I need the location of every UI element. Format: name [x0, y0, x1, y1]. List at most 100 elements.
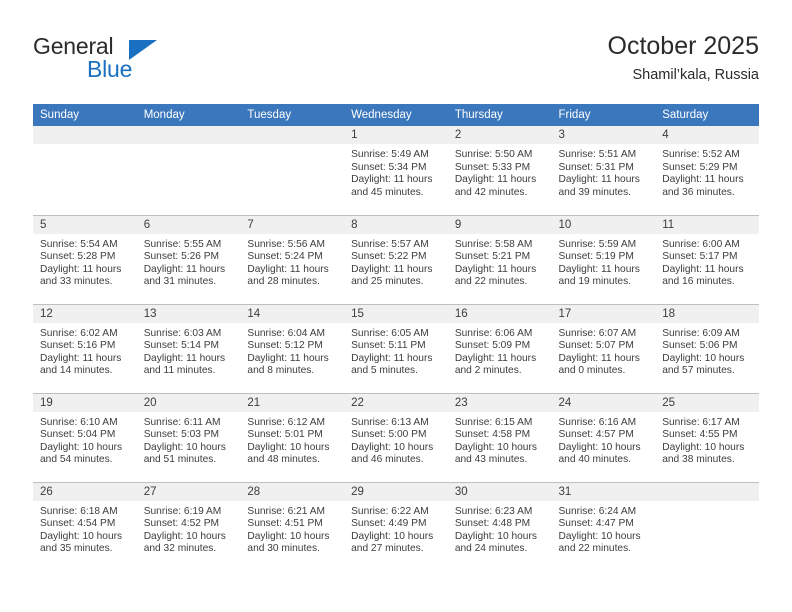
daylight-text-line2: and 16 minutes. [662, 276, 735, 288]
day-info: Sunrise: 5:58 AM Sunset: 5:21 PM Daylight:… [448, 234, 552, 289]
calendar-day-cell[interactable]: 15 Sunrise: 6:05 AM Sunset: 5:11 PM Dayligh… [344, 303, 448, 393]
calendar-day-cell[interactable]: 4 Sunrise: 5:52 AM Sunset: 5:29 PM Daylight… [655, 126, 759, 215]
calendar-day-cell[interactable]: 25 Sunrise: 6:17 AM Sunset: 4:55 PM Dayligh… [655, 392, 759, 482]
sunset-text: Sunset: 5:09 PM [454, 340, 531, 352]
daylight-text-line1: Daylight: 11 hours [40, 352, 122, 364]
title-block: October 2025 Shamil’kala, Russia [608, 30, 760, 86]
calendar-day-cell[interactable]: 14 Sunrise: 6:04 AM Sunset: 5:12 PM Dayligh… [240, 303, 345, 393]
calendar-day-cell[interactable]: 18 Sunrise: 6:09 AM Sunset: 5:06 PM Dayligh… [655, 303, 759, 393]
day-number: 30 [447, 482, 552, 501]
day-number: 18 [655, 304, 759, 323]
brand-logo[interactable]: General Blue [33, 33, 203, 85]
sunset-text: Sunset: 4:52 PM [143, 518, 220, 530]
calendar-day-cell[interactable]: 11 Sunrise: 6:00 AM Sunset: 5:17 PM Dayligh… [655, 214, 759, 304]
daylight-text-line2: and 35 minutes. [40, 543, 113, 555]
day-info: Sunrise: 5:52 AM Sunset: 5:29 PM Daylight:… [655, 144, 759, 199]
calendar-day-cell[interactable]: 2 Sunrise: 5:50 AM Sunset: 5:33 PM Daylight… [447, 126, 552, 215]
day-number: 1 [344, 126, 448, 144]
day-number [136, 126, 241, 144]
calendar-day-cell[interactable]: 12 Sunrise: 6:02 AM Sunset: 5:16 PM Dayligh… [33, 303, 137, 393]
calendar-day-cell[interactable]: 27 Sunrise: 6:19 AM Sunset: 4:52 PM Dayligh… [136, 481, 241, 571]
daylight-text-line1: Daylight: 10 hours [351, 530, 434, 542]
sunset-text: Sunset: 5:00 PM [351, 429, 427, 441]
sunset-text: Sunset: 5:16 PM [40, 340, 116, 352]
weekday-header-monday: Monday [136, 104, 241, 126]
day-info: Sunrise: 5:50 AM Sunset: 5:33 PM Daylight:… [448, 144, 552, 199]
calendar-day-cell[interactable]: 24 Sunrise: 6:16 AM Sunset: 4:57 PM Dayligh… [551, 392, 656, 482]
calendar-day-cell[interactable]: 3 Sunrise: 5:51 AM Sunset: 5:31 PM Daylight… [551, 126, 656, 215]
sunrise-text: Sunrise: 5:54 AM [40, 238, 118, 250]
sunset-text: Sunset: 5:24 PM [247, 251, 323, 263]
calendar-day-cell[interactable]: 29 Sunrise: 6:22 AM Sunset: 4:49 PM Dayligh… [344, 481, 448, 571]
day-info: Sunrise: 5:54 AM Sunset: 5:28 PM Daylight:… [33, 234, 137, 289]
sunrise-text: Sunrise: 5:49 AM [351, 149, 429, 160]
calendar-day-cell[interactable]: 30 Sunrise: 6:23 AM Sunset: 4:48 PM Dayligh… [447, 481, 552, 571]
day-info: Sunrise: 5:55 AM Sunset: 5:26 PM Daylight:… [137, 234, 241, 289]
day-number: 21 [240, 393, 345, 412]
calendar-day-cell[interactable]: 28 Sunrise: 6:21 AM Sunset: 4:51 PM Dayligh… [240, 481, 345, 571]
sunset-text: Sunset: 4:51 PM [247, 518, 323, 530]
calendar-day-cell[interactable]: 26 Sunrise: 6:18 AM Sunset: 4:54 PM Dayligh… [33, 481, 137, 571]
calendar-day-cell-empty [136, 126, 241, 215]
sunrise-text: Sunrise: 5:59 AM [558, 238, 637, 250]
calendar-day-cell[interactable]: 13 Sunrise: 6:03 AM Sunset: 5:14 PM Dayligh… [136, 303, 241, 393]
calendar-day-cell[interactable]: 20 Sunrise: 6:11 AM Sunset: 5:03 PM Dayligh… [136, 392, 241, 482]
day-number [655, 482, 759, 501]
daylight-text-line2: and 32 minutes. [143, 543, 217, 555]
day-info: Sunrise: 6:21 AM Sunset: 4:51 PM Daylight:… [240, 501, 344, 556]
calendar-grid: Sunday Monday Tuesday Wednesday Thursday… [33, 104, 759, 571]
day-info: Sunrise: 6:09 AM Sunset: 5:06 PM Daylight:… [655, 323, 759, 378]
daylight-text-line2: and 54 minutes. [40, 454, 113, 466]
daylight-text-line2: and 8 minutes. [247, 365, 315, 377]
day-number [33, 126, 137, 144]
page-subtitle: Shamil’kala, Russia [632, 67, 759, 83]
sunset-text: Sunset: 5:28 PM [40, 251, 116, 263]
calendar-day-cell[interactable]: 22 Sunrise: 6:13 AM Sunset: 5:00 PM Dayligh… [344, 392, 448, 482]
sunrise-text: Sunrise: 6:22 AM [351, 505, 429, 517]
daylight-text-line2: and 30 minutes. [247, 543, 320, 555]
calendar-day-cell[interactable]: 5 Sunrise: 5:54 AM Sunset: 5:28 PM Daylight… [33, 214, 137, 304]
day-info: Sunrise: 6:18 AM Sunset: 4:54 PM Daylight:… [33, 501, 137, 556]
daylight-text-line1: Daylight: 11 hours [454, 352, 537, 364]
daylight-text-line1: Daylight: 10 hours [558, 530, 641, 542]
day-info: Sunrise: 6:22 AM Sunset: 4:49 PM Daylight:… [344, 501, 448, 556]
daylight-text-line1: Daylight: 11 hours [247, 263, 329, 275]
daylight-text-line1: Daylight: 10 hours [351, 441, 434, 453]
day-info: Sunrise: 6:07 AM Sunset: 5:07 PM Daylight:… [552, 323, 656, 378]
calendar-day-cell[interactable]: 23 Sunrise: 6:15 AM Sunset: 4:58 PM Dayligh… [447, 392, 552, 482]
calendar-day-cell[interactable]: 16 Sunrise: 6:06 AM Sunset: 5:09 PM Dayligh… [447, 303, 552, 393]
sunrise-text: Sunrise: 6:02 AM [40, 327, 118, 339]
calendar-day-cell[interactable]: 1 Sunrise: 5:49 AM Sunset: 5:34 PM Daylight… [344, 126, 448, 215]
daylight-text-line2: and 45 minutes. [351, 186, 424, 198]
day-info: Sunrise: 5:57 AM Sunset: 5:22 PM Daylight:… [344, 234, 448, 289]
daylight-text-line2: and 38 minutes. [662, 454, 735, 466]
calendar-day-cell[interactable]: 9 Sunrise: 5:58 AM Sunset: 5:21 PM Daylight… [447, 214, 552, 304]
sunset-text: Sunset: 5:22 PM [351, 251, 427, 263]
sunrise-text: Sunrise: 5:56 AM [247, 238, 325, 250]
calendar-day-cell[interactable]: 8 Sunrise: 5:57 AM Sunset: 5:22 PM Daylight… [344, 214, 448, 304]
daylight-text-line2: and 14 minutes. [40, 365, 113, 377]
day-number: 28 [240, 482, 345, 501]
daylight-text-line1: Daylight: 10 hours [558, 441, 641, 453]
calendar-day-cell[interactable]: 17 Sunrise: 6:07 AM Sunset: 5:07 PM Dayligh… [551, 303, 656, 393]
calendar-day-cell[interactable]: 6 Sunrise: 5:55 AM Sunset: 5:26 PM Daylight… [136, 214, 241, 304]
day-number: 23 [447, 393, 552, 412]
calendar-day-cell[interactable]: 10 Sunrise: 5:59 AM Sunset: 5:19 PM Dayligh… [551, 214, 656, 304]
calendar-day-cell[interactable]: 31 Sunrise: 6:24 AM Sunset: 4:47 PM Dayligh… [551, 481, 656, 571]
daylight-text-line2: and 40 minutes. [558, 454, 632, 466]
daylight-text-line2: and 28 minutes. [247, 276, 320, 288]
daylight-text-line2: and 42 minutes. [454, 186, 528, 198]
sunset-text: Sunset: 4:55 PM [662, 429, 738, 441]
daylight-text-line1: Daylight: 11 hours [558, 174, 640, 186]
day-info: Sunrise: 5:56 AM Sunset: 5:24 PM Daylight:… [240, 234, 344, 289]
calendar-day-cell[interactable]: 19 Sunrise: 6:10 AM Sunset: 5:04 PM Dayligh… [33, 392, 137, 482]
calendar-day-cell[interactable]: 21 Sunrise: 6:12 AM Sunset: 5:01 PM Dayligh… [240, 392, 345, 482]
sunrise-text: Sunrise: 6:15 AM [454, 416, 533, 428]
calendar-day-cell[interactable]: 7 Sunrise: 5:56 AM Sunset: 5:24 PM Daylight… [240, 214, 345, 304]
daylight-text-line2: and 19 minutes. [558, 276, 632, 288]
day-number: 6 [136, 215, 241, 234]
daylight-text-line1: Daylight: 11 hours [143, 352, 226, 364]
day-number: 24 [551, 393, 656, 412]
daylight-text-line1: Daylight: 11 hours [662, 263, 744, 275]
day-number: 17 [551, 304, 656, 323]
